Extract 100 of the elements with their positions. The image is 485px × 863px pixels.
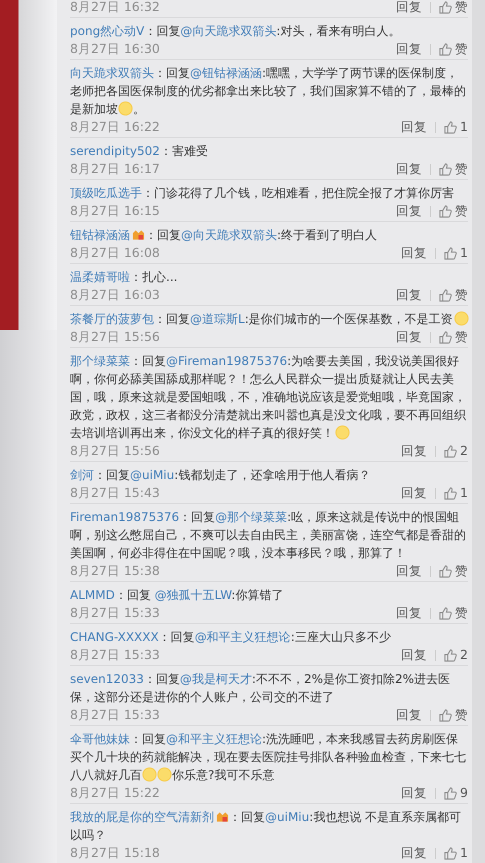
comment-time: 8月27日 15:22 xyxy=(70,784,160,802)
mention-link[interactable]: @向天跪求双箭头 xyxy=(180,24,276,38)
username-link[interactable]: ALMMD xyxy=(70,588,115,602)
reply-button[interactable]: 回复 xyxy=(396,0,422,16)
mention-link[interactable]: @那个绿菜菜 xyxy=(215,510,288,524)
like-button[interactable]: 9 xyxy=(444,784,468,802)
like-button[interactable]: 赞 xyxy=(439,706,468,724)
reply-button[interactable]: 回复 xyxy=(396,160,422,178)
username-link[interactable]: 向天跪求双箭头 xyxy=(70,66,154,80)
comment-time: 8月27日 15:38 xyxy=(70,562,160,580)
reply-button[interactable]: 回复 xyxy=(396,706,422,724)
comment-text: 伞哥他妹妹：回复@和平主义狂想论:洗洗睡吧，本来我感冒去药房刷医保买个几十块的药就能解决，现在要去医院挂号排队各种验血检查，下来七七八八就好几百 你乐意?我可不乐意 xyxy=(70,731,467,784)
like-button[interactable]: 赞 xyxy=(439,604,468,622)
reply-button[interactable]: 回复 xyxy=(396,286,422,304)
like-button[interactable]: 赞 xyxy=(439,562,468,580)
mention-link[interactable]: @和平主义狂想论 xyxy=(166,732,262,746)
comment-time: 8月27日 16:32 xyxy=(70,0,160,16)
comment-time: 8月27日 15:18 xyxy=(70,844,160,862)
comment-text: 温柔婧哥啦：扎心... xyxy=(70,269,178,286)
comment-text: 向天跪求双箭头：回复@钮钴禄涵涵:嘿嘿，大学学了两节课的医保制度，老师把各国医保制度的优劣都拿出来比较了，我们国家算不错的了，最棒的是新加坡 。 xyxy=(70,65,467,118)
comment-text: ALMMD：回复 @独孤十五LW:你算错了 xyxy=(70,587,284,604)
thumbs-up-icon xyxy=(439,42,452,56)
like-button[interactable]: 1 xyxy=(444,844,468,862)
thumbs-up-icon xyxy=(439,606,452,620)
like-button[interactable]: 赞 xyxy=(439,202,468,220)
like-button[interactable]: 2 xyxy=(444,442,468,460)
like-button[interactable]: 1 xyxy=(444,244,468,262)
comment-text: CHANG-XXXXX：回复@和平主义狂想论:三座大山只多不少 xyxy=(70,629,392,646)
thumbs-up-icon xyxy=(439,162,452,176)
comment-time: 8月27日 16:22 xyxy=(70,118,160,136)
comment-text: 钮钴禄涵涵 ：回复@向天跪求双箭头:终于看到了明白人 xyxy=(70,227,378,244)
reply-button[interactable]: 回复 xyxy=(396,328,422,346)
username-link[interactable]: serendipity502 xyxy=(70,144,160,158)
reply-button[interactable]: 回复 xyxy=(396,202,422,220)
reply-button[interactable]: 回复 xyxy=(396,562,422,580)
like-button[interactable]: 赞 xyxy=(439,0,468,16)
comment-text: seven12033：回复@我是柯天才:不不不，2%是你工资扣除2%进去医保，这部分还是进你的个人账户，公司交的不进了 xyxy=(70,671,452,706)
comment-text: 我放的屁是你的空气清新剂 ：回复@uiMiu:我也想说 不是直系亲属都可以吗？ xyxy=(70,809,462,844)
username-link[interactable]: 伞哥他妹妹 xyxy=(70,732,130,746)
thumbs-up-icon xyxy=(439,288,452,302)
comment-time: 8月27日 16:17 xyxy=(70,160,160,178)
like-button[interactable]: 赞 xyxy=(439,40,468,58)
username-link[interactable]: 茶餐厅的菠萝包 xyxy=(70,312,154,326)
thumbs-up-icon xyxy=(444,120,458,134)
username-link[interactable]: seven12033 xyxy=(70,672,144,686)
like-button[interactable]: 1 xyxy=(444,484,468,502)
username-link[interactable]: 那个绿菜菜 xyxy=(70,354,130,368)
thumbs-up-icon xyxy=(444,486,458,500)
comment-text: 剑河：回复@uiMiu:钱都划走了，还拿啥用于他人看病？ xyxy=(70,467,372,484)
reply-button[interactable]: 回复 xyxy=(401,784,428,802)
like-button[interactable]: 赞 xyxy=(439,286,468,304)
like-button[interactable]: 2 xyxy=(444,646,468,664)
username-link[interactable]: 顶级吃瓜选手 xyxy=(70,186,142,200)
comment-text: serendipity502：害难受 xyxy=(70,143,209,160)
comment-text: pong然心动V：回复@向天跪求双箭头:对头，看来有明白人。 xyxy=(70,23,402,40)
reply-button[interactable]: 回复 xyxy=(401,244,428,262)
comment-time: 8月27日 16:08 xyxy=(70,244,160,262)
reply-button[interactable]: 回复 xyxy=(401,844,428,862)
comment-time: 8月27日 16:15 xyxy=(70,202,160,220)
comment-time: 8月27日 15:43 xyxy=(70,484,160,502)
comment-time: 8月27日 16:30 xyxy=(70,40,160,58)
like-button[interactable]: 赞 xyxy=(439,160,468,178)
mention-link[interactable]: @和平主义狂想论 xyxy=(194,630,291,644)
comment-time: 8月27日 15:33 xyxy=(70,604,160,622)
reply-button[interactable]: 回复 xyxy=(401,484,428,502)
reply-button[interactable]: 回复 xyxy=(401,442,428,460)
thumbs-up-icon xyxy=(444,846,458,860)
thumbs-up-icon xyxy=(439,708,452,722)
username-link[interactable]: CHANG-XXXXX xyxy=(70,630,159,644)
comment-text: 那个绿菜菜：回复@Fireman19875376:为啥要去美国，我没说美国很好啊，你何必舔美国舔成那样呢？！怎么人民群众一提出质疑就让人民去美国，哦，原来这就是爱国蛆哦，不，准确地说应该是爱党蛆哦，毕竟国家，政党，政权，这三者都没分清楚就出来叫嚣也真是没文化哦，要不再回组织去培训培训再出来，你没文化的样子真的很好笑！ xyxy=(70,353,467,442)
comment-time: 8月27日 16:03 xyxy=(70,286,160,304)
username-link[interactable]: 钮钴禄涵涵 xyxy=(70,228,130,242)
like-button[interactable]: 赞 xyxy=(439,328,468,346)
thumbs-up-icon xyxy=(444,444,458,458)
mention-link[interactable]: @uiMiu xyxy=(265,810,310,824)
thumbs-up-icon xyxy=(444,648,458,662)
mention-link[interactable]: @独孤十五LW xyxy=(154,588,232,602)
thumbs-up-icon xyxy=(439,0,452,14)
username-link[interactable]: pong然心动V xyxy=(70,24,144,38)
reply-button[interactable]: 回复 xyxy=(396,604,422,622)
reply-button[interactable]: 回复 xyxy=(401,646,428,664)
mention-link[interactable]: @我是柯天才 xyxy=(180,672,252,686)
mention-link[interactable]: @uiMiu xyxy=(130,468,174,482)
username-link[interactable]: 温柔婧哥啦 xyxy=(70,270,130,284)
mention-link[interactable]: @向天跪求双箭头 xyxy=(181,228,277,242)
comment-text: 顶级吃瓜选手：门诊花得了几个钱，吃相难看，把住院全报了才算你厉害 xyxy=(70,185,455,202)
reply-button[interactable]: 回复 xyxy=(401,118,428,136)
username-link[interactable]: Fireman19875376 xyxy=(70,510,180,524)
thumbs-up-icon xyxy=(444,786,458,800)
like-button[interactable]: 1 xyxy=(444,118,468,136)
mention-link[interactable]: @钮钴禄涵涵 xyxy=(190,66,262,80)
comment-text: Fireman19875376：回复@那个绿菜菜:吆，原来这就是传说中的恨国蛆啊，别这么憋屈自己，不爽可以去自由民主，美丽富饶，连空气都是香甜的美国啊，何必非得住在中国呢？哦，没本事移民？哦，那算了！ xyxy=(70,509,467,562)
username-link[interactable]: 剑河 xyxy=(70,468,94,482)
comment-time: 8月27日 15:33 xyxy=(70,706,160,724)
thumbs-up-icon xyxy=(439,204,452,218)
mention-link[interactable]: @道琮斯L xyxy=(190,312,245,326)
username-link[interactable]: 我放的屁是你的空气清新剂 xyxy=(70,810,214,824)
reply-button[interactable]: 回复 xyxy=(396,40,422,58)
comment-time: 8月27日 15:56 xyxy=(70,328,160,346)
mention-link[interactable]: @Fireman19875376 xyxy=(166,354,288,368)
